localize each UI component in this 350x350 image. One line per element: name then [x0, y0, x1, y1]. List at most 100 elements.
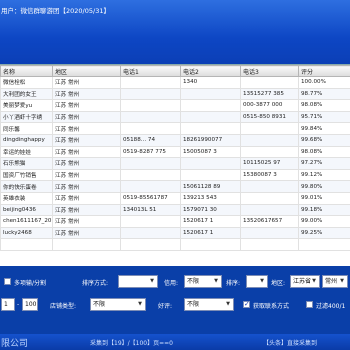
region-cell: 江苏 常州: [52, 145, 121, 159]
results-grid[interactable]: 名称 地区 电话1 电话2 电话3 评分 微信栓松 江苏 常州 1340 100.00…: [0, 64, 350, 266]
name-cell: 美丽梦爱yu: [0, 99, 53, 112]
table-row[interactable]: 同乐馨 江苏 常州 99.84%: [0, 122, 350, 135]
name-cell: 石乐熊猫: [0, 157, 53, 170]
region-cell: 江苏 常州: [52, 110, 121, 124]
phone2-cell: [180, 122, 241, 135]
phone2-cell: [180, 168, 241, 182]
phone1-cell: [120, 226, 181, 240]
rating-cell: 99.12%: [298, 168, 350, 182]
table-row[interactable]: 大利团的女王 江苏 常州 13515277 385 98.77%: [0, 87, 350, 101]
page-from-input[interactable]: 1: [1, 298, 15, 311]
phone1-cell: 05188... 74: [120, 133, 181, 147]
multi-split-checkbox[interactable]: [4, 278, 11, 285]
table-row[interactable]: chen1611167_2011江苏 常州 1520617 11352061765…: [0, 215, 350, 228]
phone1-cell: [120, 157, 181, 170]
column-header-phone2[interactable]: 电话2: [180, 65, 241, 77]
shop-type-label: 店铺类型:: [50, 303, 77, 310]
region-label: 地区:: [271, 280, 286, 287]
title-bar: 用户：微信群聊游团【2020/05/31】: [0, 0, 350, 64]
phone1-cell: [120, 122, 181, 135]
rating-sort-select[interactable]: ▼: [246, 275, 268, 288]
table-row[interactable]: 微信栓松 江苏 常州 1340 100.00%: [0, 76, 350, 89]
filter-row-2: 1 - 100 店铺类型: 不限 ▼ 好评: 不限 ▼ 获取联系方式 过滤400/1: [0, 298, 350, 312]
region-cell: 江苏 常州: [52, 215, 121, 228]
filter-400-label: 过滤400/1: [316, 303, 346, 310]
range-separator: -: [17, 301, 20, 308]
city-select[interactable]: 常州 ▼: [322, 275, 348, 288]
phone3-cell: [240, 76, 299, 89]
phone3-cell: [240, 133, 299, 147]
rating-cell: [298, 238, 350, 251]
region-cell: 江苏 常州: [52, 133, 121, 147]
phone3-cell: 13520617657: [240, 215, 299, 228]
phone3-cell: [240, 122, 299, 135]
get-contact-label: 获取联系方式: [253, 303, 290, 310]
phone1-cell: 134013L 51: [120, 203, 181, 217]
phone3-cell: [240, 203, 299, 217]
region-cell: 江苏 常州: [52, 87, 121, 101]
credit-select[interactable]: 不限 ▼: [184, 275, 222, 288]
column-header-phone1[interactable]: 电话1: [120, 65, 181, 77]
province-select[interactable]: 江苏省 ▼: [290, 275, 320, 288]
rating-cell: 99.01%: [298, 191, 350, 205]
name-cell: 微信栓松: [0, 76, 53, 89]
filter-400-checkbox[interactable]: [306, 301, 313, 308]
chevron-down-icon: ▼: [260, 278, 264, 284]
phone2-cell: [180, 99, 241, 112]
get-contact-checkbox[interactable]: [243, 300, 250, 308]
rating-cell: 98.08%: [298, 99, 350, 112]
region-cell: 江苏 常州: [52, 99, 121, 112]
table-row[interactable]: beijing0436 江苏 常州 134013L 51 1579071 30 99.1…: [0, 203, 350, 217]
city-value: 常州: [325, 278, 338, 285]
phone1-cell: [120, 215, 181, 228]
sort-method-select[interactable]: ▼: [118, 275, 158, 288]
table-row[interactable]: 幸运的娃娃 江苏 常州 0519-8287 775 15005087 3 98.08%: [0, 145, 350, 159]
phone2-cell: [180, 157, 241, 170]
table-row[interactable]: dingdinghappy 江苏 常州 05188... 74 18261990077…: [0, 133, 350, 147]
phone2-cell: 15005087 3: [180, 145, 241, 159]
phone3-cell: [240, 180, 299, 193]
filter-row-1: 多项输/分割 排序方式: ▼ 信用: 不限 ▼ 排序: ▼ 地区: 江苏省 ▼ 常州…: [0, 275, 350, 289]
region-cell: 江苏 常州: [52, 122, 121, 135]
table-row[interactable]: 你的快乐蛋卷 江苏 常州 15061128 89 99.80%: [0, 180, 350, 193]
phone1-cell: 0519-8287 775: [120, 145, 181, 159]
table-row[interactable]: lucky2468 江苏 常州 1520617 1 99.25%: [0, 226, 350, 240]
region-cell: 江苏 常州: [52, 180, 121, 193]
grade-select[interactable]: 不限 ▼: [184, 298, 234, 311]
province-value: 江苏省: [293, 278, 312, 285]
phone3-cell: 000-3877 000: [240, 99, 299, 112]
table-row[interactable]: 石乐熊猫 江苏 常州 10115025 97 97.27%: [0, 157, 350, 170]
shop-type-value: 不限: [93, 301, 106, 308]
table-row[interactable]: 英雄衣装 江苏 常州 0519-85561787 139213 543 99.01%: [0, 191, 350, 205]
name-cell: 你的快乐蛋卷: [0, 180, 53, 193]
page-to-input[interactable]: 100: [22, 298, 38, 311]
region-cell: 江苏 常州: [52, 191, 121, 205]
sort-method-label: 排序方式:: [82, 280, 109, 287]
name-cell: [0, 238, 53, 251]
column-header-name[interactable]: 名称: [0, 65, 53, 77]
table-row[interactable]: 美丽梦爱yu 江苏 常州 000-3877 000 98.08%: [0, 99, 350, 112]
filter-panel: 多项输/分割 排序方式: ▼ 信用: 不限 ▼ 排序: ▼ 地区: 江苏省 ▼ 常州…: [0, 266, 350, 334]
phone3-cell: [240, 238, 299, 251]
table-row[interactable]: 国资厂竹销售 江苏 常州 15380087 3 99.12%: [0, 168, 350, 182]
phone2-cell: 15061128 89: [180, 180, 241, 193]
rating-cell: 99.80%: [298, 180, 350, 193]
table-row[interactable]: [0, 238, 350, 251]
chevron-down-icon: ▼: [340, 278, 344, 284]
column-header-phone3[interactable]: 电话3: [240, 65, 299, 77]
phone2-cell: 1520617 1: [180, 226, 241, 240]
name-cell: 小丫酒虾十字绣: [0, 110, 53, 124]
column-header-region[interactable]: 地区: [52, 65, 121, 77]
name-cell: 国资厂竹销售: [0, 168, 53, 182]
rating-cell: 98.77%: [298, 87, 350, 101]
column-header-rating[interactable]: 评分: [298, 65, 350, 77]
region-cell: 江苏 常州: [52, 226, 121, 240]
phone1-cell: [120, 110, 181, 124]
phone2-cell: 18261990077: [180, 133, 241, 147]
phone1-cell: [120, 99, 181, 112]
shop-type-select[interactable]: 不限 ▼: [90, 298, 146, 311]
table-row[interactable]: 小丫酒虾十字绣 江苏 常州 0515-850 8931 95.71%: [0, 110, 350, 124]
phone3-cell: [240, 226, 299, 240]
phone1-cell: [120, 168, 181, 182]
phone1-cell: [120, 238, 181, 251]
